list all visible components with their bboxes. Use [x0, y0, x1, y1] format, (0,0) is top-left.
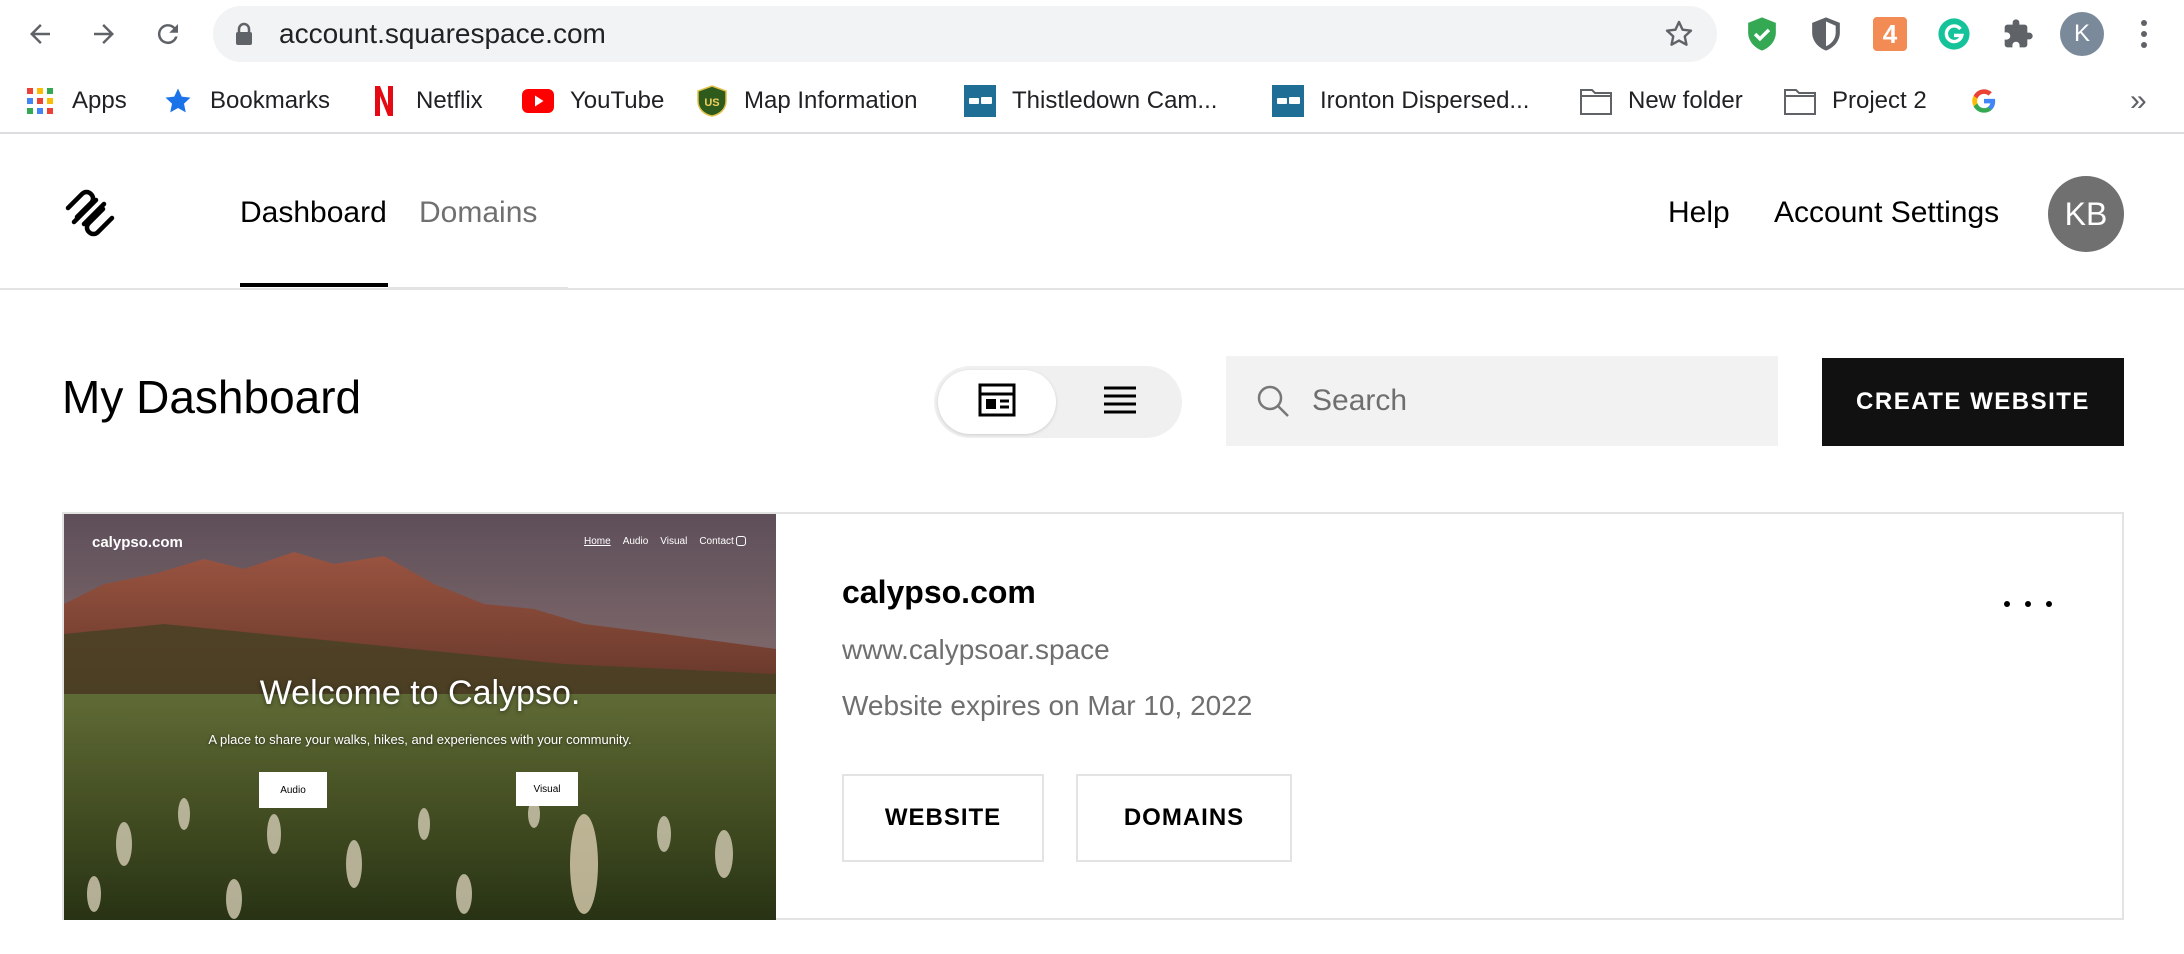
shield-check-extension-icon[interactable]	[1742, 14, 1782, 54]
preview-nav-item: Contact	[699, 536, 734, 547]
tab-domains[interactable]: Domains	[419, 136, 537, 290]
number-extension-icon[interactable]: 4	[1870, 14, 1910, 54]
folder-icon	[1580, 85, 1612, 117]
site-header: Dashboard Domains Help Account Settings …	[0, 136, 2184, 290]
bookmark-youtube[interactable]: YouTube	[522, 70, 664, 132]
preview-nav-item: Visual	[660, 536, 688, 547]
create-website-button[interactable]: CREATE WEBSITE	[1822, 358, 2124, 446]
bookmark-map-information[interactable]: US Map Information	[696, 70, 917, 132]
preview-audio-button: Audio	[259, 772, 327, 808]
bookmark-bookmarks[interactable]: Bookmarks	[162, 70, 330, 132]
campground-icon	[964, 85, 996, 117]
bookmark-label: YouTube	[570, 87, 665, 114]
preview-nav-item: Audio	[622, 536, 649, 547]
active-tab-indicator	[240, 283, 388, 287]
url-text: account.squarespace.com	[279, 18, 606, 49]
preview-nav: Home Audio Visual Contact	[584, 536, 734, 547]
bookmark-project-2[interactable]: Project 2	[1784, 70, 1927, 132]
back-arrow-icon[interactable]	[18, 12, 62, 56]
bookmark-apps[interactable]: Apps	[24, 70, 127, 132]
browser-menu-icon[interactable]	[2132, 14, 2156, 54]
user-avatar[interactable]: KB	[2048, 176, 2124, 252]
preview-title: Welcome to Calypso.	[259, 674, 581, 712]
netflix-icon	[368, 85, 400, 117]
search-field[interactable]	[1226, 356, 1778, 446]
campground-icon	[1272, 85, 1304, 117]
preview-site-name: calypso.com	[92, 534, 183, 551]
account-settings-link[interactable]: Account Settings	[1774, 136, 1999, 290]
google-icon	[1968, 85, 2000, 117]
forest-service-icon: US	[696, 85, 728, 117]
grid-view-icon	[978, 383, 1016, 422]
tab-dashboard[interactable]: Dashboard	[240, 136, 387, 290]
address-bar[interactable]: account.squarespace.com	[213, 6, 1717, 62]
bookmark-label: Bookmarks	[210, 87, 331, 114]
bookmark-label: New folder	[1628, 87, 1743, 114]
bookmark-label: Thistledown Cam...	[1012, 87, 1218, 114]
youtube-icon	[522, 85, 554, 117]
view-toggle	[934, 366, 1182, 438]
more-options-icon[interactable]	[1998, 592, 2058, 616]
search-icon	[1256, 384, 1290, 423]
star-icon	[162, 85, 194, 117]
bookmark-ironton[interactable]: Ironton Dispersed...	[1272, 70, 1529, 132]
bookmarks-overflow-chevron[interactable]: »	[2130, 70, 2147, 132]
list-view-icon	[1103, 385, 1137, 420]
reload-icon[interactable]	[146, 12, 190, 56]
preview-visual-button: Visual	[516, 772, 578, 806]
bookmark-label: Project 2	[1832, 87, 1927, 114]
help-link[interactable]: Help	[1668, 136, 1730, 290]
website-button[interactable]: WEBSITE	[842, 774, 1044, 862]
domains-button[interactable]: DOMAINS	[1076, 774, 1292, 862]
bookmark-netflix[interactable]: Netflix	[368, 70, 483, 132]
bookmark-new-folder[interactable]: New folder	[1580, 70, 1743, 132]
website-preview-thumbnail[interactable]: calypso.com Home Audio Visual Contact We…	[64, 514, 776, 920]
lock-icon	[235, 22, 253, 51]
bookmark-google[interactable]	[1968, 70, 2016, 132]
svg-text:US: US	[704, 97, 719, 109]
puzzle-extensions-icon[interactable]	[1998, 14, 2038, 54]
grid-view-button[interactable]	[938, 370, 1056, 434]
browser-profile-avatar[interactable]: K	[2060, 12, 2104, 56]
search-input[interactable]	[1312, 356, 1752, 446]
browser-toolbar: account.squarespace.com 4 K	[0, 0, 2184, 70]
page-title: My Dashboard	[62, 371, 362, 423]
forward-arrow-icon[interactable]	[82, 12, 126, 56]
list-view-button[interactable]	[1062, 370, 1178, 434]
bookmarks-bar: Apps Bookmarks Netflix YouTube US Map In…	[0, 70, 2184, 134]
preview-nav-item: Home	[584, 536, 611, 547]
bookmark-label: Map Information	[744, 87, 918, 114]
bookmark-label: Ironton Dispersed...	[1320, 87, 1530, 114]
preview-landscape-image	[64, 514, 776, 920]
shield-extension-icon[interactable]	[1806, 14, 1846, 54]
instagram-icon	[736, 536, 746, 546]
apps-grid-icon	[24, 85, 56, 117]
site-name[interactable]: calypso.com	[842, 574, 1036, 611]
website-card: calypso.com Home Audio Visual Contact We…	[62, 512, 2124, 920]
bookmark-thistledown[interactable]: Thistledown Cam...	[964, 70, 1217, 132]
grammarly-icon[interactable]	[1934, 14, 1974, 54]
bookmark-label: Apps	[72, 87, 127, 114]
site-expiry: Website expires on Mar 10, 2022	[842, 690, 1253, 721]
tab-rail	[388, 287, 568, 289]
preview-subtitle: A place to share your walks, hikes, and …	[208, 732, 632, 747]
site-url: www.calypsoar.space	[842, 634, 1110, 665]
squarespace-logo-icon[interactable]	[60, 188, 120, 238]
folder-icon	[1784, 85, 1816, 117]
bookmark-star-icon[interactable]	[1663, 18, 1695, 55]
bookmark-label: Netflix	[416, 87, 483, 114]
